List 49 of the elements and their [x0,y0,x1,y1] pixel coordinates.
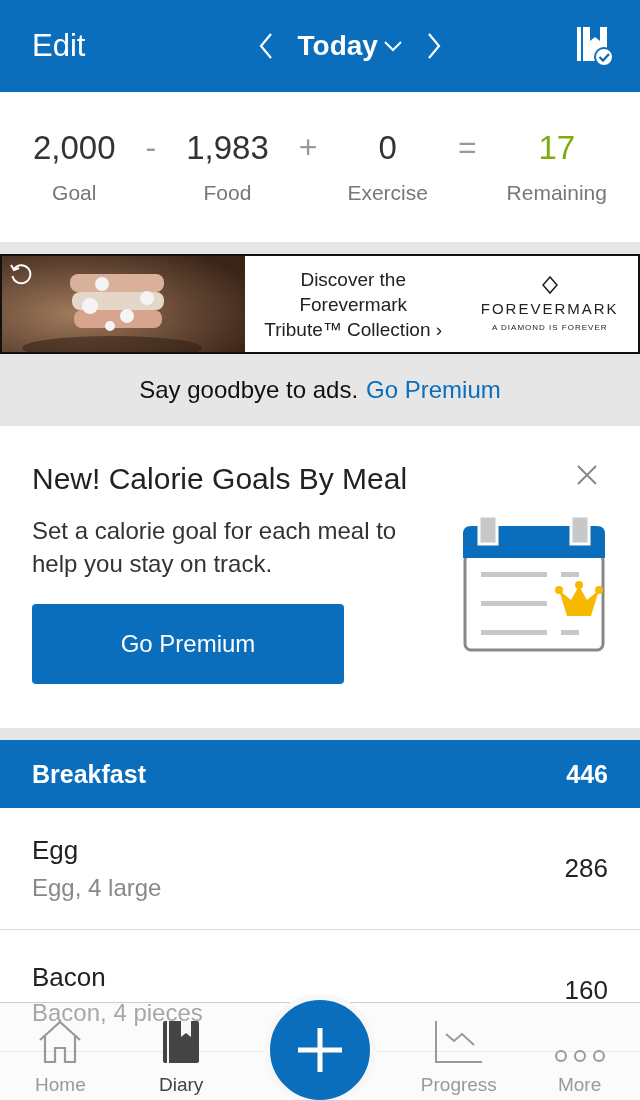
calorie-label: Goal [52,181,97,205]
go-premium-link[interactable]: Go Premium [366,376,501,404]
refresh-icon[interactable] [8,261,34,287]
ad-headline: Discover the [300,267,406,292]
ad-headline: Tribute™ Collection › [264,317,443,342]
food-name: Egg [32,835,80,866]
next-icon[interactable] [425,32,442,60]
calendar-crown-icon [463,516,607,654]
ad-headline: Forevermark [299,292,408,317]
promo-text: Set a calorie goal for each meal to help you stay on track. [32,516,398,579]
tab[interactable]: Progress [398,1020,520,1100]
promo-title: New! Calorie Goals By Meal [32,462,409,496]
calorie-value: 2,000 [33,129,116,167]
date-selector[interactable]: Today [297,30,402,62]
operator-sign: = [457,128,477,166]
tab-label: Diary [158,1074,204,1096]
food-calories: 160 [564,975,608,1006]
caret-icon [383,40,402,52]
food-name: Bacon [32,962,107,993]
book-check-icon[interactable] [574,25,614,67]
go-premium-button[interactable]: Go Premium [32,604,344,684]
food-calories: 286 [564,853,608,884]
chart-icon [433,1020,484,1064]
close-icon[interactable] [576,464,598,486]
food-detail: Bacon, 4 pieces [32,1001,203,1025]
operator-sign: - [145,128,157,166]
calorie-value: 1,983 [186,129,269,167]
tab-label: More [557,1074,602,1096]
tab-label: Progress [420,1074,497,1096]
plus-icon [295,1025,345,1075]
operator-sign: + [298,128,318,166]
brand-tagline: A DIAMOND IS FOREVER [491,323,608,332]
calorie-label: Food [203,181,252,205]
meal-name: Breakfast [32,759,146,789]
meal-calories: 446 [566,759,608,789]
tab-label: Home [35,1074,86,1096]
edit-button[interactable]: Edit [32,28,86,64]
calorie-label: Exercise [347,181,428,205]
calorie-value: 0 [378,129,397,167]
calorie-value: 17 [538,129,576,167]
calorie-label: Remaining [506,181,607,205]
premium-text: Say goodbye to ads. [139,376,359,404]
ad-banner[interactable]: Discover the Forevermark Tribute™ Collection › FOREVERMARK A DIAMOND IS FOREVER [0,254,640,354]
more-icon [553,1048,606,1064]
previous-icon[interactable] [257,32,274,60]
tab[interactable]: More [519,1048,640,1100]
brand-name: FOREVERMARK [480,300,619,317]
diamond-icon [541,276,558,294]
food-detail: Egg, 4 large [32,874,162,902]
